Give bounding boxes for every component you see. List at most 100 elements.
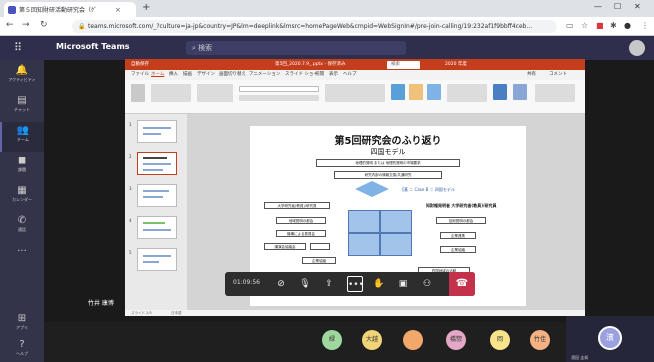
forward-icon[interactable]: → (22, 20, 30, 30)
participant-avatar-5[interactable]: 岡 (490, 330, 510, 350)
thumb-line (143, 127, 171, 129)
ppt-menu-draw: 描画 (183, 72, 192, 77)
slide-left-box-3: 機構による委員会 (276, 230, 326, 237)
slide-thumbnail-pane: 1 2 3 4 5 (125, 114, 187, 310)
rail-item-help[interactable]: ? ヘルプ (0, 336, 44, 362)
ppt-ribbon (125, 80, 585, 114)
calendar-icon: ▦ (17, 185, 27, 196)
rail-item-teams[interactable]: 👥 チーム (0, 122, 44, 152)
ppt-autosave-label: 自動保存 (131, 62, 149, 67)
app-launcher-icon[interactable]: ⠿ (14, 41, 22, 54)
browser-menu-icon[interactable]: ⋮ (641, 21, 649, 30)
grid-cell (380, 210, 412, 233)
participant-avatar-6[interactable]: 竹佳 (530, 330, 550, 350)
design-ideas-group (535, 84, 575, 102)
close-window-icon[interactable]: ✕ (634, 2, 641, 11)
ppt-menu-design: デザイン (197, 72, 215, 77)
slide-matrix-grid (348, 210, 412, 256)
back-icon[interactable]: ← (6, 20, 14, 30)
slide-left-box-small (310, 243, 330, 250)
rail-item-more[interactable]: ... (0, 240, 44, 270)
slide-right-box-3: 企業協議 (440, 246, 476, 253)
font-format-row (239, 95, 319, 101)
rail-item-chat[interactable]: ▤ チャット (0, 92, 44, 122)
bookmark-star-icon[interactable]: ☆ (581, 21, 588, 30)
rail-item-activity[interactable]: 🔔 アクティビティ (0, 62, 44, 92)
participant-avatar-3[interactable] (403, 330, 423, 350)
slide-thumbnail-5[interactable] (137, 248, 177, 271)
phone-icon: ✆ (17, 215, 27, 226)
account-icon[interactable]: ● (624, 21, 631, 30)
participant-avatar-1[interactable]: 緑 (322, 330, 342, 350)
ppt-menu-file: ファイル (131, 72, 149, 77)
hang-up-button[interactable]: ☎ (449, 272, 475, 296)
rail-item-assignments[interactable]: ◼ 課題 (0, 152, 44, 182)
profile-avatar[interactable] (629, 40, 645, 56)
ppt-statusbar: スライド 2/5 日本語 (125, 310, 585, 316)
thumb-line (143, 133, 161, 135)
cast-icon[interactable]: ▭ (566, 21, 574, 30)
bell-icon: 🔔 (15, 65, 29, 76)
ppt-menu-insert: 挿入 (169, 72, 178, 77)
hang-up-icon: ☎ (455, 278, 469, 289)
slide-thumbnail-3[interactable] (137, 184, 177, 207)
thumb-number: 1 (129, 122, 132, 127)
address-bar[interactable]: 🔒 teams.microsoft.com/_?culture=ja-jp&co… (72, 20, 557, 33)
thumb-number: 3 (129, 186, 132, 191)
search-placeholder: 検索 (198, 44, 213, 52)
teams-favicon-icon (8, 5, 16, 14)
decision-diamond-shape (355, 181, 389, 197)
quick-styles-icon (427, 84, 441, 100)
clipboard-group (151, 84, 191, 102)
share-screen-icon[interactable]: ⇪ (321, 276, 337, 292)
search-box[interactable]: ⌕ 検索 (186, 41, 406, 55)
camera-off-icon[interactable]: ⊘ (273, 276, 289, 292)
thumb-line (143, 261, 159, 263)
reload-icon[interactable]: ↻ (40, 20, 48, 30)
self-avatar: 濱 (598, 326, 622, 350)
grid-cell (348, 233, 380, 256)
ppt-language: 日本語 (171, 311, 182, 315)
slide-left-box-1: 大学研究者(教員)/研究員 (264, 202, 330, 209)
url-text: teams.microsoft.com/_?culture=ja-jp&coun… (88, 23, 533, 30)
maximize-icon[interactable]: ☐ (614, 2, 621, 11)
thumb-number: 5 (129, 250, 132, 255)
slide-legend: 【基 ＝ Case B ＝ 四国モデル (400, 187, 455, 192)
thumb-line (143, 169, 163, 171)
participants-icon[interactable]: ⚇ (419, 276, 435, 292)
extension-icon[interactable]: ■ (596, 21, 604, 30)
more-actions-icon[interactable]: ••• (347, 276, 364, 292)
ppt-menu-home: ホーム (151, 72, 165, 77)
ppt-menu-review: 校閲 (315, 72, 324, 77)
browser-toolbar: ← → ↻ 🔒 teams.microsoft.com/_?culture=ja… (0, 17, 654, 36)
extensions-puzzle-icon[interactable]: ✱ (610, 21, 617, 30)
microphone-icon[interactable]: 🎙 (297, 276, 313, 292)
slide-thumbnail-4[interactable] (137, 216, 177, 239)
new-tab-button[interactable]: + (142, 2, 150, 13)
ppt-menu-slideshow: スライド ショー (285, 72, 318, 77)
slide-left-box-4: 講演会協議会 (264, 243, 306, 250)
rail-item-calls[interactable]: ✆ 通話 (0, 212, 44, 242)
thumb-line (143, 229, 171, 231)
more-icon: ... (17, 243, 27, 254)
browser-tabbar: 第５回知財研活動研究会（ｸﾞ × + — ☐ ✕ (0, 0, 654, 17)
tab-close-icon[interactable]: × (115, 6, 121, 14)
ppt-file-title: 第5回_2020.7.9_.pptx - 保存済み (275, 62, 346, 67)
browser-tab[interactable]: 第５回知財研活動研究会（ｸﾞ × (4, 2, 136, 17)
participant-avatar-2[interactable]: 大越 (362, 330, 382, 350)
app-name: Microsoft Teams (56, 42, 130, 51)
left-app-rail: 🔔 アクティビティ ▤ チャット 👥 チーム ◼ 課題 ▦ カレンダー ✆ 通話… (0, 60, 44, 362)
slide-thumbnail-1[interactable] (137, 120, 177, 143)
slides-group (197, 84, 233, 102)
minimize-icon[interactable]: — (594, 2, 602, 11)
chat-toggle-icon[interactable]: ▣ (395, 276, 411, 292)
slide-thumbnail-2[interactable] (137, 152, 177, 175)
grid-cell (348, 210, 380, 233)
participant-avatar-4[interactable]: 橋惣 (446, 330, 466, 350)
participant-strip (44, 322, 654, 362)
rail-item-calendar[interactable]: ▦ カレンダー (0, 182, 44, 212)
presenter-name: 竹井 康博 (88, 300, 114, 307)
raise-hand-icon[interactable]: ✋ (371, 276, 387, 292)
ppt-year-label: 2020 年度 (445, 62, 467, 67)
ppt-menu-transitions: 画面切り替え (219, 72, 246, 77)
